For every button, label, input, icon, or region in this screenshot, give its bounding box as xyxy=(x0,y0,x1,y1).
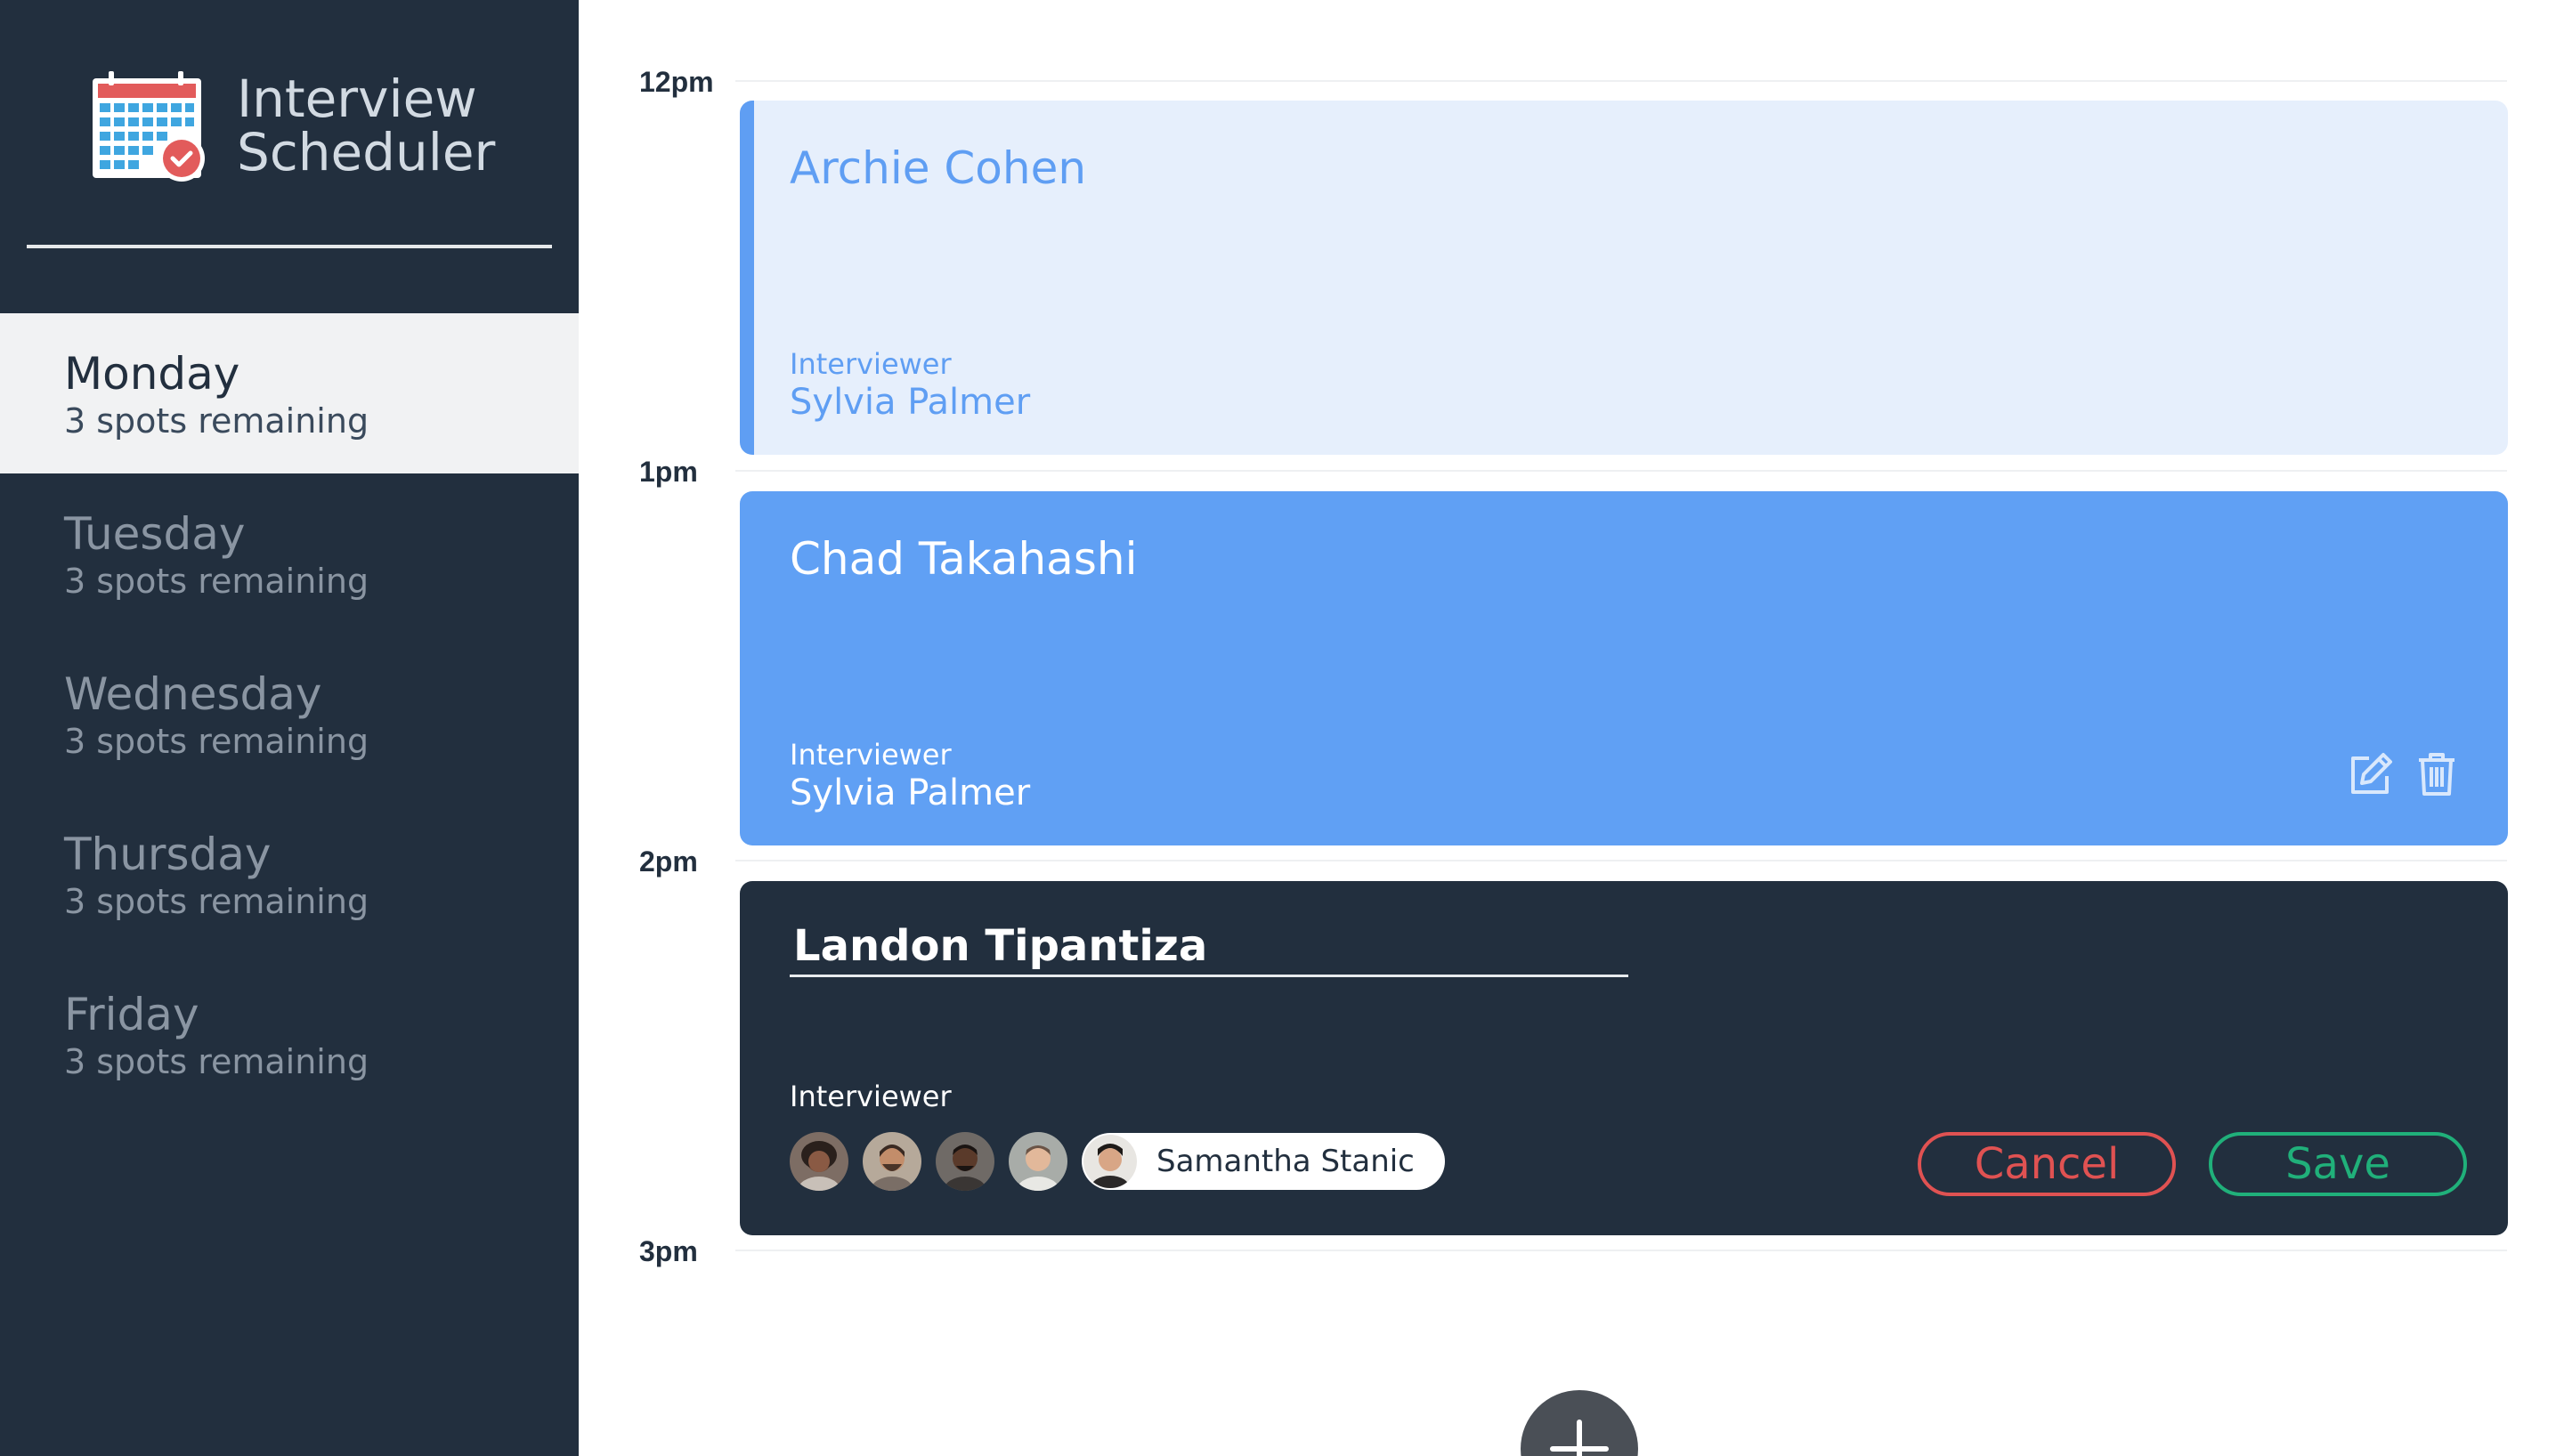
student-name: Chad Takahashi xyxy=(790,533,1138,585)
interviewer-avatar[interactable] xyxy=(790,1132,848,1191)
selected-interviewer-name: Samantha Stanic xyxy=(1156,1144,1415,1179)
day-item-wednesday[interactable]: Wednesday 3 spots remaining xyxy=(0,634,579,794)
day-name: Friday xyxy=(64,989,199,1040)
day-name: Monday xyxy=(64,348,240,400)
appointment-actions xyxy=(2346,749,2462,799)
time-label-3pm: 3pm xyxy=(639,1235,698,1267)
interviewer-label: Interviewer xyxy=(790,1080,952,1113)
app-title-line1: Interview xyxy=(237,69,477,129)
day-item-friday[interactable]: Friday 3 spots remaining xyxy=(0,954,579,1114)
day-spots: 3 spots remaining xyxy=(64,401,369,441)
time-label-2pm: 2pm xyxy=(639,845,698,878)
day-item-thursday[interactable]: Thursday 3 spots remaining xyxy=(0,794,579,954)
day-name: Wednesday xyxy=(64,668,322,720)
interviewer-avatar[interactable] xyxy=(1009,1132,1067,1191)
sidebar: Interview Scheduler Monday 3 spots remai… xyxy=(0,0,579,1456)
day-spots: 3 spots remaining xyxy=(64,562,369,601)
trash-icon[interactable] xyxy=(2412,749,2462,799)
interviewer-label: Interviewer xyxy=(790,738,952,772)
interviewer-avatar[interactable] xyxy=(863,1132,921,1191)
hour-divider xyxy=(735,1250,2507,1251)
interviewer-avatar xyxy=(1083,1135,1137,1188)
interviewer-name: Sylvia Palmer xyxy=(790,772,1031,813)
day-item-monday[interactable]: Monday 3 spots remaining xyxy=(0,313,579,473)
day-list: Monday 3 spots remaining Tuesday 3 spots… xyxy=(0,313,579,1114)
interviewer-avatar[interactable] xyxy=(936,1132,994,1191)
sidebar-divider xyxy=(27,245,552,248)
appointment-form: Interviewer Samantha Stanic Cancel Save xyxy=(740,881,2508,1235)
hour-divider xyxy=(735,80,2507,82)
selected-interviewer[interactable]: Samantha Stanic xyxy=(1082,1133,1445,1190)
student-name: Archie Cohen xyxy=(790,142,1087,194)
day-spots: 3 spots remaining xyxy=(64,722,369,761)
cancel-button[interactable]: Cancel xyxy=(1918,1132,2176,1196)
plus-icon xyxy=(1550,1420,1609,1456)
day-name: Thursday xyxy=(64,829,272,880)
app-title-line2: Scheduler xyxy=(237,122,496,182)
appointment-card[interactable]: Chad Takahashi Interviewer Sylvia Palmer xyxy=(740,491,2508,845)
add-appointment-button[interactable] xyxy=(1521,1390,1638,1456)
day-item-tuesday[interactable]: Tuesday 3 spots remaining xyxy=(0,473,579,634)
day-spots: 3 spots remaining xyxy=(64,1042,369,1081)
interviewer-list: Samantha Stanic xyxy=(790,1132,1445,1191)
time-label-12pm: 12pm xyxy=(639,66,714,98)
day-name: Tuesday xyxy=(64,508,246,560)
app-title: Interview Scheduler xyxy=(237,72,495,179)
brand: Interview Scheduler xyxy=(89,69,495,182)
student-name-input[interactable] xyxy=(790,917,1628,977)
appointment-card[interactable]: Archie Cohen Interviewer Sylvia Palmer xyxy=(740,101,2508,455)
hour-divider xyxy=(735,860,2507,861)
day-spots: 3 spots remaining xyxy=(64,882,369,921)
hour-divider xyxy=(735,470,2507,472)
edit-icon[interactable] xyxy=(2346,749,2396,799)
time-label-1pm: 1pm xyxy=(639,456,698,488)
calendar-check-icon xyxy=(93,71,205,182)
interviewer-name: Sylvia Palmer xyxy=(790,382,1031,423)
save-button[interactable]: Save xyxy=(2209,1132,2467,1196)
interviewer-label: Interviewer xyxy=(790,347,952,381)
